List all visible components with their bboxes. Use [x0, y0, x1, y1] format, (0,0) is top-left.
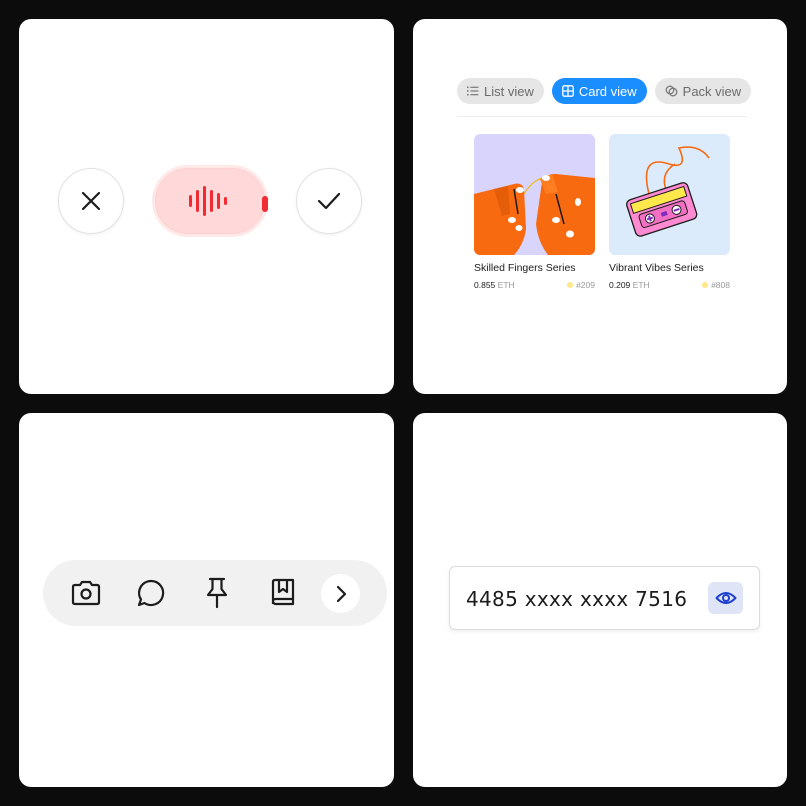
- card-image-hands: [474, 134, 595, 255]
- card-meta: 0.209 ETH #808: [609, 280, 730, 290]
- pin-button[interactable]: [201, 577, 233, 609]
- coin-icon: [702, 282, 709, 288]
- card-meta: 0.855 ETH #209: [474, 280, 595, 290]
- close-icon: [81, 191, 101, 211]
- card-price: 0.855 ETH: [474, 280, 515, 290]
- nft-card[interactable]: Vibrant Vibes Series 0.209 ETH #808: [609, 134, 730, 290]
- check-icon: [317, 192, 341, 210]
- pack-icon: [665, 85, 678, 97]
- divider: [457, 116, 747, 117]
- card-number-field[interactable]: 4485 xxxx xxxx 7516: [449, 566, 760, 630]
- cancel-button[interactable]: [58, 168, 124, 234]
- view-tabs: List view Card view Pack view: [457, 78, 752, 104]
- card-title: Vibrant Vibes Series: [609, 262, 704, 274]
- card-number-text: 4485 xxxx xxxx 7516: [466, 587, 688, 611]
- camera-icon: [71, 580, 101, 606]
- chat-button[interactable]: [135, 577, 167, 609]
- tab-label: Card view: [578, 83, 637, 99]
- next-button[interactable]: [321, 574, 360, 613]
- action-toolbar: [43, 560, 387, 626]
- waveform-icon: [189, 186, 227, 216]
- coin-icon: [567, 282, 574, 288]
- list-icon: [467, 86, 479, 96]
- eye-icon: [715, 592, 736, 604]
- reveal-button[interactable]: [708, 582, 743, 614]
- chat-icon: [137, 579, 165, 607]
- card-image-cassette: [609, 134, 730, 255]
- card-price: 0.209 ETH: [609, 280, 650, 290]
- voice-recorder-panel: [19, 19, 394, 394]
- tab-pack-view[interactable]: Pack view: [654, 78, 752, 104]
- card-title: Skilled Fingers Series: [474, 262, 576, 274]
- toolbar-panel: [19, 413, 394, 787]
- tab-list-view[interactable]: List view: [457, 78, 544, 104]
- confirm-button[interactable]: [296, 168, 362, 234]
- tab-label: Pack view: [682, 83, 742, 99]
- tab-card-view[interactable]: Card view: [551, 78, 647, 104]
- card-number: #209: [567, 280, 595, 290]
- bookmark-book-icon: [271, 578, 295, 606]
- collection-view-panel: List view Card view Pack view Skilled Fi…: [413, 19, 787, 394]
- bookmark-button[interactable]: [267, 577, 299, 609]
- record-button[interactable]: [152, 165, 268, 237]
- card-number: #808: [702, 280, 730, 290]
- grid-icon: [562, 85, 574, 97]
- nft-card[interactable]: Skilled Fingers Series 0.855 ETH #209: [474, 134, 595, 290]
- recording-progress: [262, 196, 268, 212]
- tab-label: List view: [484, 83, 534, 99]
- card-number-panel: 4485 xxxx xxxx 7516: [413, 413, 787, 787]
- camera-button[interactable]: [70, 577, 102, 609]
- pin-icon: [206, 577, 228, 609]
- chevron-right-icon: [336, 585, 346, 602]
